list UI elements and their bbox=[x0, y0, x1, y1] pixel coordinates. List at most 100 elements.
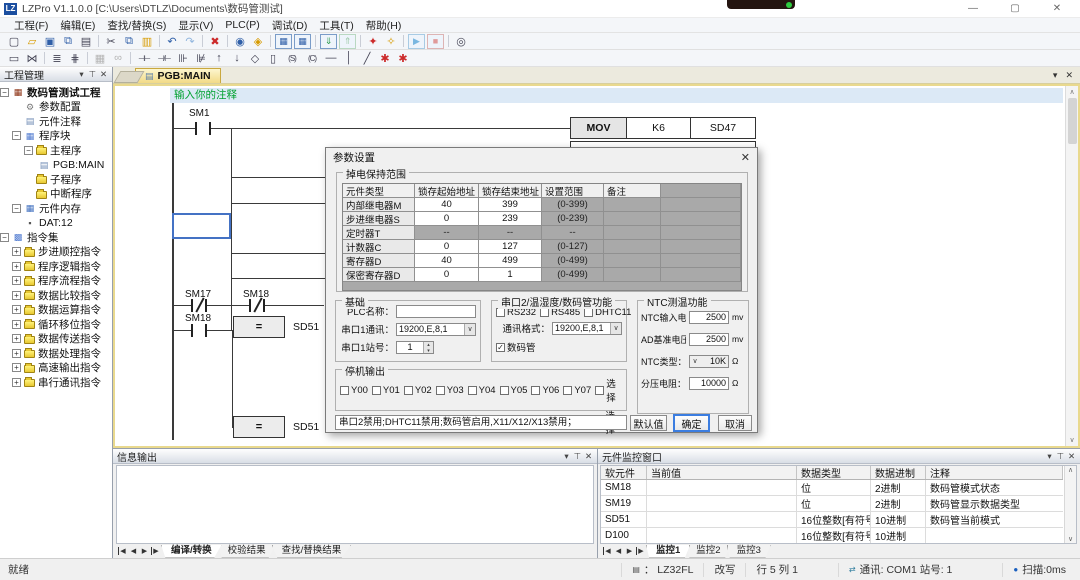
tree-item-serial-instructions[interactable]: +串行通讯指令 bbox=[0, 375, 112, 390]
compare-block-2[interactable]: = bbox=[233, 416, 285, 438]
stop-icon[interactable]: ■ bbox=[427, 34, 444, 49]
editor-vertical-scrollbar[interactable]: ∧ ∨ bbox=[1065, 86, 1078, 446]
contact-open-icon[interactable]: ⊣⊢ bbox=[134, 51, 154, 66]
edge-falling-icon[interactable]: ↓ bbox=[228, 51, 246, 66]
ad-ref-voltage-field[interactable]: 2500 bbox=[689, 333, 729, 346]
tab-compile-result[interactable]: 编译/转换 bbox=[161, 545, 222, 558]
parallel-open-icon[interactable]: ⊪ bbox=[174, 51, 192, 66]
rung-comment[interactable]: 输入你的注释 bbox=[170, 88, 1063, 103]
tab-pgb-main[interactable]: ▤ PGB:MAIN bbox=[135, 68, 221, 83]
latch-start-d[interactable]: 40 bbox=[415, 254, 479, 268]
expander-icon[interactable]: − bbox=[12, 131, 21, 140]
tree-item-process-instructions[interactable]: +数据处理指令 bbox=[0, 346, 112, 361]
tree-item-transfer-instructions[interactable]: +数据传送指令 bbox=[0, 332, 112, 347]
tree-item-sub-program[interactable]: 子程序 bbox=[0, 172, 112, 187]
h-line-delete-icon[interactable]: ✱ bbox=[376, 51, 394, 66]
line-delete-icon[interactable]: ╱ bbox=[358, 51, 376, 66]
expander-icon[interactable]: − bbox=[24, 146, 33, 155]
tree-item-interrupt-program[interactable]: 中断程序 bbox=[0, 187, 112, 202]
scroll-up-icon[interactable]: ∧ bbox=[1069, 88, 1074, 96]
compare-operand-1[interactable]: SD51 bbox=[293, 321, 319, 333]
monitor-scrollbar[interactable]: ∧ ∨ bbox=[1064, 466, 1076, 543]
tree-item-device-comment[interactable]: ▤元件注释 bbox=[0, 114, 112, 129]
monitor-row-sd51[interactable]: SD51 16位整数[有符号] 10进制 数码管当前模式 bbox=[601, 512, 1063, 528]
v-line-icon[interactable]: │ bbox=[340, 51, 358, 66]
com1-station-stepper[interactable]: 1 ▴▾ bbox=[396, 341, 434, 354]
tree-item-step-instructions[interactable]: +步进顺控指令 bbox=[0, 245, 112, 260]
panel-close-icon[interactable]: ✕ bbox=[1066, 451, 1077, 462]
com2-format-select[interactable]: 19200,E,8,1 ∨ bbox=[552, 322, 622, 335]
minimize-button[interactable]: — bbox=[952, 0, 994, 17]
delete-icon[interactable]: ✖ bbox=[206, 34, 224, 49]
dialog-title-bar[interactable]: 参数设置 ✕ bbox=[326, 148, 757, 167]
scroll-down-icon[interactable]: ∨ bbox=[1069, 436, 1074, 444]
compare-block-1[interactable]: = bbox=[233, 316, 285, 338]
save-all-icon[interactable]: ⧉ bbox=[59, 34, 77, 49]
expander-icon[interactable]: + bbox=[12, 363, 21, 372]
tree-item-dat12[interactable]: ▪DAT:12 bbox=[0, 216, 112, 231]
write-plc-icon[interactable]: ▦ bbox=[294, 34, 311, 49]
cancel-button[interactable]: 取消 bbox=[718, 415, 752, 431]
tree-item-logic-instructions[interactable]: +程序逻辑指令 bbox=[0, 259, 112, 274]
menu-debug[interactable]: 调试(D) bbox=[266, 18, 314, 33]
read-plc-icon[interactable]: ▦ bbox=[275, 34, 292, 49]
compile-icon[interactable]: ✦ bbox=[364, 34, 382, 49]
expander-icon[interactable]: + bbox=[12, 349, 21, 358]
coil-icon[interactable]: ◇ bbox=[246, 51, 264, 66]
y02-checkbox[interactable]: Y02 bbox=[404, 385, 432, 396]
menu-plc[interactable]: PLC(P) bbox=[219, 19, 265, 31]
v-line-delete-icon[interactable]: ✱ bbox=[394, 51, 412, 66]
tree-item-flow-instructions[interactable]: +程序流程指令 bbox=[0, 274, 112, 289]
y05-checkbox[interactable]: Y05 bbox=[500, 385, 528, 396]
panel-pin-icon[interactable]: ⊤ bbox=[572, 451, 583, 462]
tree-item-math-instructions[interactable]: +数据运算指令 bbox=[0, 303, 112, 318]
open-icon[interactable]: ▱ bbox=[23, 34, 41, 49]
run-icon[interactable]: ▶ bbox=[408, 34, 425, 49]
menu-help[interactable]: 帮助(H) bbox=[360, 18, 408, 33]
edge-rising-icon[interactable]: ↑ bbox=[210, 51, 228, 66]
latch-end-c[interactable]: 127 bbox=[479, 240, 542, 254]
menu-project[interactable]: 工程(F) bbox=[8, 18, 54, 33]
tab-monitor1[interactable]: 监控1 bbox=[646, 545, 690, 558]
row-insert-icon[interactable]: ≣ bbox=[48, 51, 66, 66]
select-row1-checkbox[interactable]: 选择 bbox=[595, 376, 623, 404]
tree-item-main-program[interactable]: −主程序 bbox=[0, 143, 112, 158]
nav-prev-icon[interactable]: ◀ bbox=[613, 547, 624, 555]
copy-icon[interactable]: ⧉ bbox=[120, 34, 138, 49]
tree-item-highspeed-instructions[interactable]: +高速输出指令 bbox=[0, 361, 112, 376]
latch-start-s[interactable]: 0 bbox=[415, 212, 479, 226]
new-icon[interactable]: ▢ bbox=[5, 34, 23, 49]
latch-start-sd[interactable]: 0 bbox=[415, 268, 479, 282]
h-line-icon[interactable]: — bbox=[322, 51, 340, 66]
panel-close-icon[interactable]: ✕ bbox=[98, 69, 109, 80]
maximize-button[interactable]: ▢ bbox=[994, 0, 1036, 17]
reset-coil-icon[interactable]: (C) bbox=[302, 51, 322, 66]
dialog-close-icon[interactable]: ✕ bbox=[741, 151, 750, 164]
save-icon[interactable]: ▣ bbox=[41, 34, 59, 49]
monitor-row-sm19[interactable]: SM19 位 2进制 数码管显示数据类型 bbox=[601, 496, 1063, 512]
divider-resistor-field[interactable]: 10000 bbox=[689, 377, 729, 390]
expander-icon[interactable]: + bbox=[12, 276, 21, 285]
tab-monitor3[interactable]: 监控3 bbox=[727, 545, 771, 558]
chevron-down-icon[interactable]: ∨ bbox=[610, 323, 621, 334]
mov-source[interactable]: K6 bbox=[627, 118, 691, 138]
tree-item-instruction-set[interactable]: −▩指令集 bbox=[0, 230, 112, 245]
expander-icon[interactable]: + bbox=[12, 320, 21, 329]
contact-sm18-nc[interactable] bbox=[249, 299, 265, 312]
latch-start-c[interactable]: 0 bbox=[415, 240, 479, 254]
nav-last-icon[interactable]: ▶ bbox=[636, 547, 645, 555]
menu-edit[interactable]: 编辑(E) bbox=[54, 18, 101, 33]
ntc-type-select[interactable]: ∨ 10K bbox=[689, 355, 729, 368]
chevron-down-icon[interactable]: ∨ bbox=[690, 357, 700, 365]
contact-sm17-nc[interactable] bbox=[191, 299, 207, 312]
plc-name-field[interactable] bbox=[396, 305, 476, 318]
set-coil-icon[interactable]: (S) bbox=[282, 51, 302, 66]
nav-next-icon[interactable]: ▶ bbox=[624, 547, 635, 555]
function-block-icon[interactable]: ▯ bbox=[264, 51, 282, 66]
latch-start-m[interactable]: 40 bbox=[415, 198, 479, 212]
cut-icon[interactable]: ✂ bbox=[102, 34, 120, 49]
com1-format-select[interactable]: 19200,E,8,1 ∨ bbox=[396, 323, 476, 336]
paste-icon[interactable]: ▥ bbox=[138, 34, 156, 49]
find-replace-icon[interactable]: ◈ bbox=[249, 34, 267, 49]
menu-find-replace[interactable]: 查找/替换(S) bbox=[101, 18, 172, 33]
